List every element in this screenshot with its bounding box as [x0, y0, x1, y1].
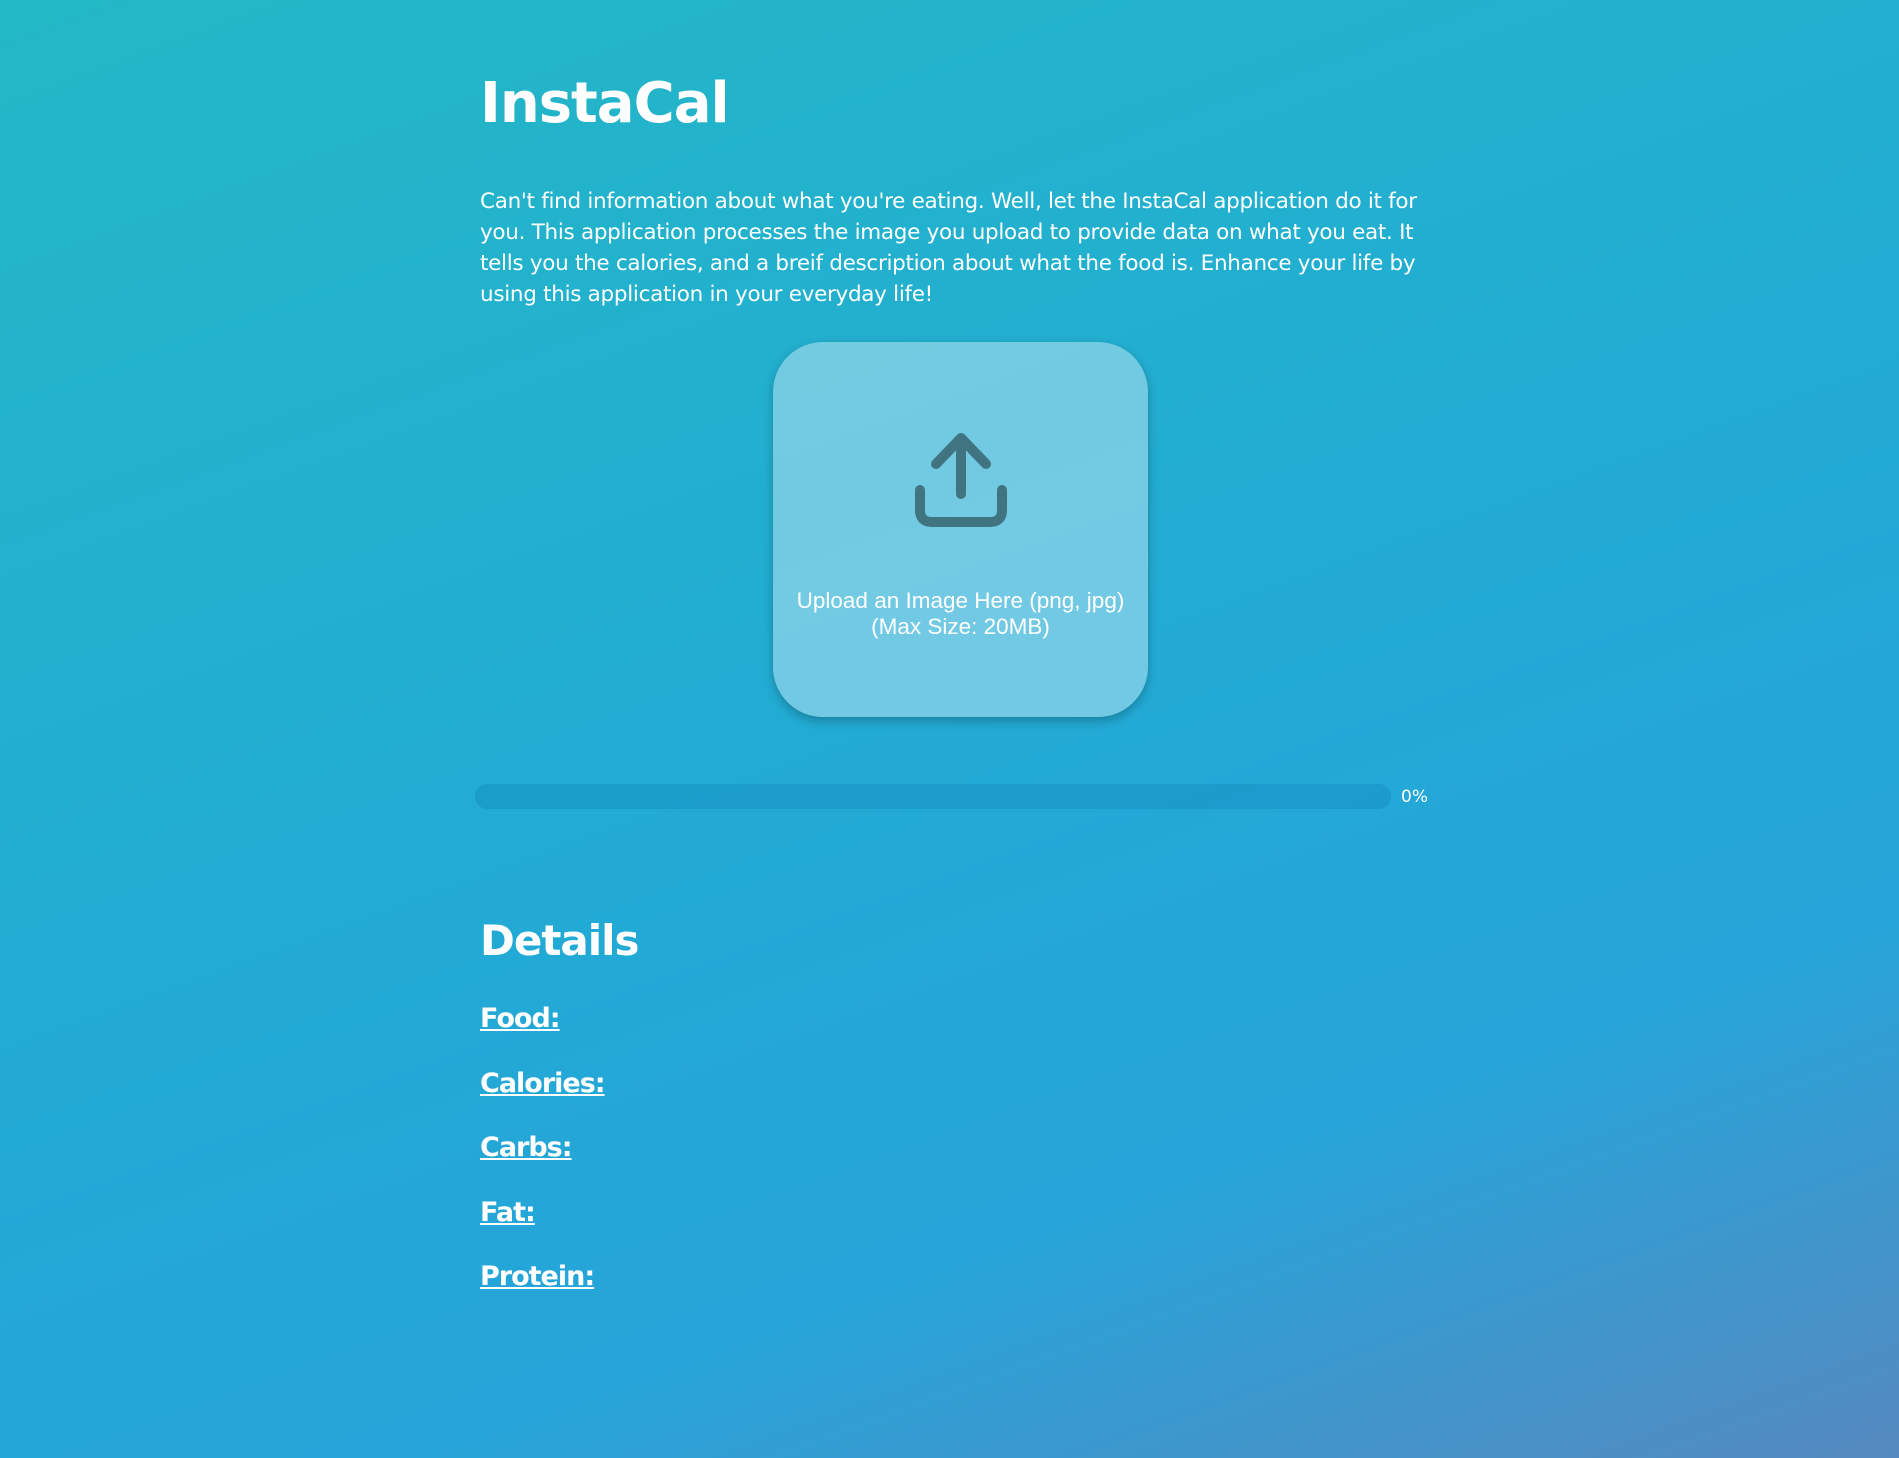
carbs-label: Carbs: [480, 1132, 573, 1163]
upload-instructions: Upload an Image Here (png, jpg) (Max Siz… [773, 588, 1148, 640]
calories-label: Calories: [480, 1068, 606, 1099]
protein-label: Protein: [480, 1261, 595, 1292]
upload-instruction-line1: Upload an Image Here (png, jpg) [796, 588, 1125, 613]
food-label: Food: [480, 1003, 561, 1034]
upload-icon [915, 433, 1007, 527]
progress-bar [475, 784, 1391, 809]
progress-percent-label: 0% [1401, 787, 1428, 807]
progress-row: 0% [475, 784, 1435, 810]
fat-label: Fat: [480, 1197, 536, 1228]
details-heading: Details [480, 916, 640, 965]
upload-instruction-line2: (Max Size: 20MB) [871, 614, 1050, 639]
intro-paragraph: Can't find information about what you're… [480, 189, 1417, 307]
app-title: InstaCal [480, 71, 730, 136]
upload-dropzone[interactable]: Upload an Image Here (png, jpg) (Max Siz… [773, 342, 1148, 717]
